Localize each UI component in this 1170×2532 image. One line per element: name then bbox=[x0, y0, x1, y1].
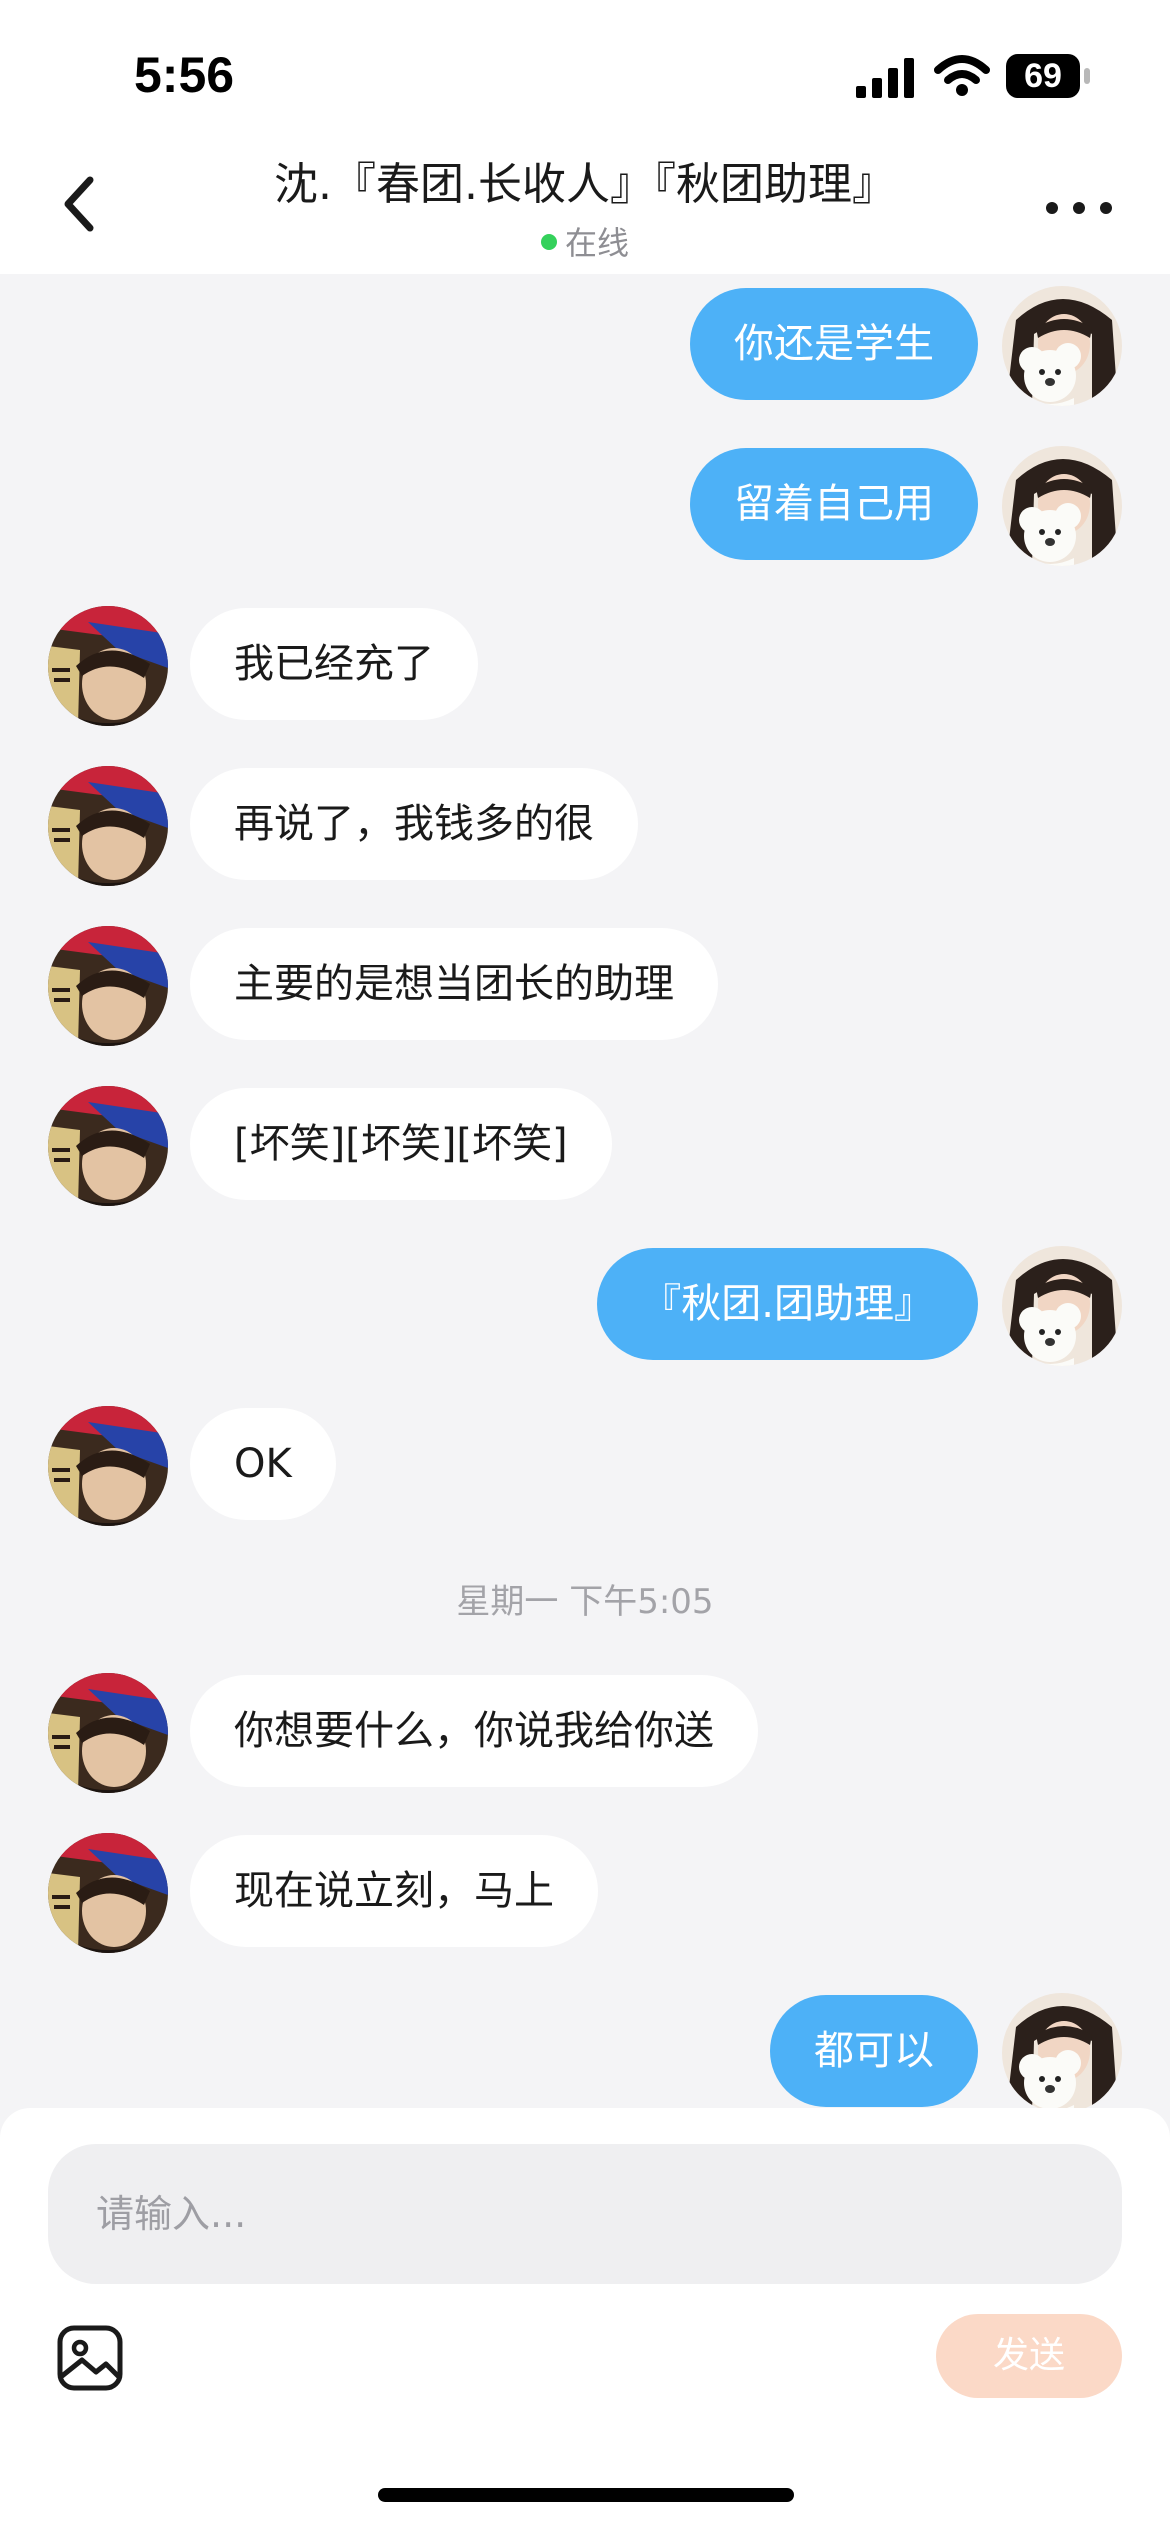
battery-cap bbox=[1084, 68, 1090, 84]
image-picker-icon[interactable] bbox=[56, 2324, 124, 2392]
message-bubble[interactable]: 现在说立刻，马上 bbox=[190, 1835, 598, 1947]
battery-level: 69 bbox=[1024, 57, 1062, 95]
my-avatar[interactable] bbox=[1002, 286, 1122, 406]
message-input[interactable] bbox=[48, 2144, 1122, 2284]
message-bubble[interactable]: 都可以 bbox=[770, 1995, 978, 2107]
online-status-label: 在线 bbox=[564, 224, 629, 262]
message-outgoing: 你还是学生 bbox=[0, 280, 1170, 410]
message-bubble[interactable]: 留着自己用 bbox=[690, 448, 978, 560]
contact-avatar[interactable] bbox=[48, 1673, 168, 1793]
send-button[interactable]: 发送 bbox=[936, 2314, 1122, 2398]
status-time: 5:56 bbox=[134, 47, 235, 103]
status-bar: 5:56 69 bbox=[0, 0, 1170, 140]
message-incoming: [坏笑][坏笑][坏笑] bbox=[0, 1080, 1170, 1210]
my-avatar[interactable] bbox=[1002, 446, 1122, 566]
date-separator: 星期一 下午5:05 bbox=[456, 1582, 714, 1622]
contact-avatar[interactable] bbox=[48, 926, 168, 1046]
chat-title: 沈.『春团.长收人』『秋团助理』 bbox=[274, 159, 896, 210]
composer: 发送 bbox=[0, 2108, 1170, 2532]
message-bubble[interactable]: [坏笑][坏笑][坏笑] bbox=[190, 1088, 612, 1200]
message-incoming: OK bbox=[0, 1400, 1170, 1530]
message-bubble[interactable]: OK bbox=[190, 1408, 336, 1520]
message-outgoing: 都可以 bbox=[0, 1987, 1170, 2108]
contact-avatar[interactable] bbox=[48, 1406, 168, 1526]
message-incoming: 你想要什么，你说我给你送 bbox=[0, 1667, 1170, 1797]
message-bubble[interactable]: 你还是学生 bbox=[690, 288, 978, 400]
message-incoming: 主要的是想当团长的助理 bbox=[0, 920, 1170, 1050]
message-incoming: 再说了，我钱多的很 bbox=[0, 760, 1170, 890]
message-bubble[interactable]: 你想要什么，你说我给你送 bbox=[190, 1675, 758, 1787]
battery-indicator: 69 bbox=[1006, 54, 1090, 100]
home-indicator[interactable] bbox=[378, 2488, 794, 2502]
contact-avatar[interactable] bbox=[48, 1086, 168, 1206]
more-options-icon[interactable] bbox=[1046, 196, 1112, 220]
my-avatar[interactable] bbox=[1002, 1246, 1122, 1366]
message-bubble[interactable]: 我已经充了 bbox=[190, 608, 478, 720]
message-outgoing: 『秋团.团助理』 bbox=[0, 1240, 1170, 1370]
contact-avatar[interactable] bbox=[48, 1833, 168, 1953]
online-dot-icon bbox=[540, 234, 557, 250]
contact-avatar[interactable] bbox=[48, 606, 168, 726]
message-bubble[interactable]: 再说了，我钱多的很 bbox=[190, 768, 638, 880]
cellular-signal-icon bbox=[856, 58, 914, 98]
message-outgoing: 留着自己用 bbox=[0, 440, 1170, 570]
my-avatar[interactable] bbox=[1002, 1993, 1122, 2108]
contact-avatar[interactable] bbox=[48, 766, 168, 886]
message-incoming: 现在说立刻，马上 bbox=[0, 1827, 1170, 1957]
message-incoming: 我已经充了 bbox=[0, 600, 1170, 730]
chat-header: 沈.『春团.长收人』『秋团助理』 在线 bbox=[0, 140, 1170, 274]
message-bubble[interactable]: 主要的是想当团长的助理 bbox=[190, 928, 718, 1040]
message-bubble[interactable]: 『秋团.团助理』 bbox=[597, 1248, 978, 1360]
online-status: 在线 bbox=[0, 218, 1170, 264]
message-list[interactable]: 你还是学生 留着自己用 我已经充了 再说了，我钱多的很 主要的是想当团长的助理 … bbox=[0, 274, 1170, 2108]
wifi-icon bbox=[934, 55, 990, 96]
